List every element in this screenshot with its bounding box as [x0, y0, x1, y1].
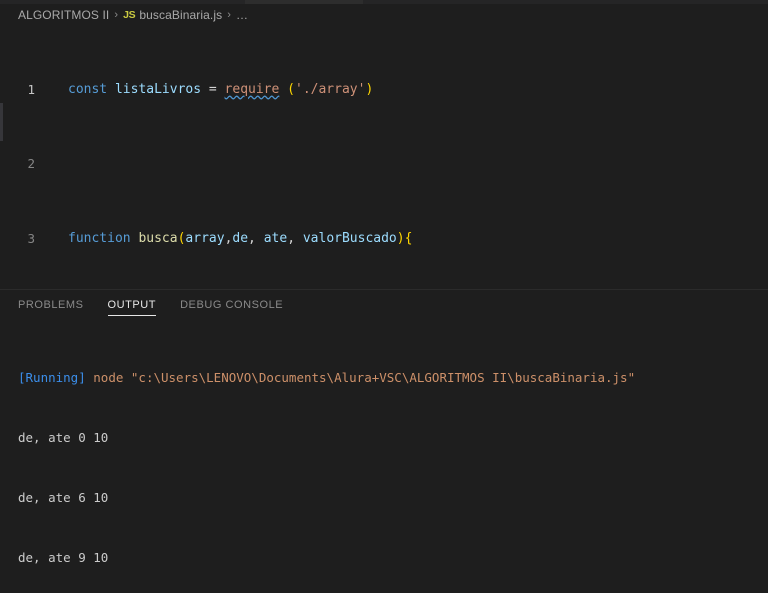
line-content [46, 155, 768, 174]
output-log-line: de, ate 0 10 [18, 430, 109, 445]
editor-tab-active[interactable] [245, 0, 363, 4]
line-number: 1 [27, 81, 35, 97]
token-param: valorBuscado [302, 230, 397, 246]
code-line[interactable]: 2 [0, 155, 768, 174]
code-line[interactable]: 3 function busca(array,de, ate, valorBus… [0, 230, 768, 249]
token-keyword: function [68, 230, 131, 246]
token-brace-open: { [404, 230, 413, 246]
token-require: require [224, 81, 280, 97]
line-content: function busca(array,de, ate, valorBusca… [46, 230, 768, 249]
bottom-panel: PROBLEMS OUTPUT DEBUG CONSOLE [Running] … [0, 289, 768, 593]
breadcrumb-overflow[interactable]: … [236, 8, 248, 22]
line-content: const listaLivros = require ('./array') [46, 81, 768, 100]
tab-problems[interactable]: PROBLEMS [18, 290, 84, 320]
token-comma: , [248, 230, 264, 246]
vscode-window: ALGORITMOS II › JS buscaBinaria.js › … 1… [0, 0, 768, 593]
editor-scrollbar-slider[interactable] [0, 103, 3, 141]
token-paren-close: ) [396, 230, 405, 246]
output-log-line: de, ate 6 10 [18, 490, 109, 505]
token-function-name: busca [138, 230, 178, 246]
javascript-file-icon: JS [123, 8, 136, 21]
token-param: de [232, 230, 249, 246]
token-comma: , [287, 230, 303, 246]
tab-output[interactable]: OUTPUT [107, 290, 157, 320]
tab-debug-console[interactable]: DEBUG CONSOLE [180, 290, 283, 320]
token-variable: listaLivros [114, 81, 202, 97]
token-string: './array' [295, 81, 366, 97]
line-number: 2 [27, 156, 35, 172]
output-running-line: [Running] node "c:\Users\LENOVO\Document… [18, 368, 768, 388]
breadcrumb-separator-icon-2: › [227, 8, 231, 21]
output-log-line: de, ate 9 10 [18, 550, 109, 565]
breadcrumb: ALGORITMOS II › JS buscaBinaria.js › … [0, 4, 768, 25]
code-line[interactable]: 1 const listaLivros = require ('./array'… [0, 80, 768, 100]
output-content[interactable]: [Running] node "c:\Users\LENOVO\Document… [0, 320, 768, 593]
code-editor[interactable]: 1 const listaLivros = require ('./array'… [0, 25, 768, 289]
token-param: array [185, 230, 225, 246]
running-command: node "c:\Users\LENOVO\Documents\Alura+VS… [93, 370, 636, 385]
breadcrumb-file[interactable]: buscaBinaria.js [139, 8, 222, 22]
running-tag: [Running] [18, 370, 86, 385]
token-paren-close: ) [365, 81, 374, 97]
token-operator: = [208, 81, 217, 97]
token-keyword: const [68, 81, 108, 97]
token-paren-open: ( [287, 81, 295, 97]
code-lines: 1 const listaLivros = require ('./array'… [0, 25, 768, 289]
editor-tab-strip [0, 0, 768, 4]
line-number: 3 [27, 230, 35, 246]
panel-tab-bar: PROBLEMS OUTPUT DEBUG CONSOLE [0, 290, 768, 320]
token-param: ate [263, 230, 288, 246]
breadcrumb-folder[interactable]: ALGORITMOS II [18, 8, 109, 22]
breadcrumb-separator-icon: › [114, 8, 119, 21]
